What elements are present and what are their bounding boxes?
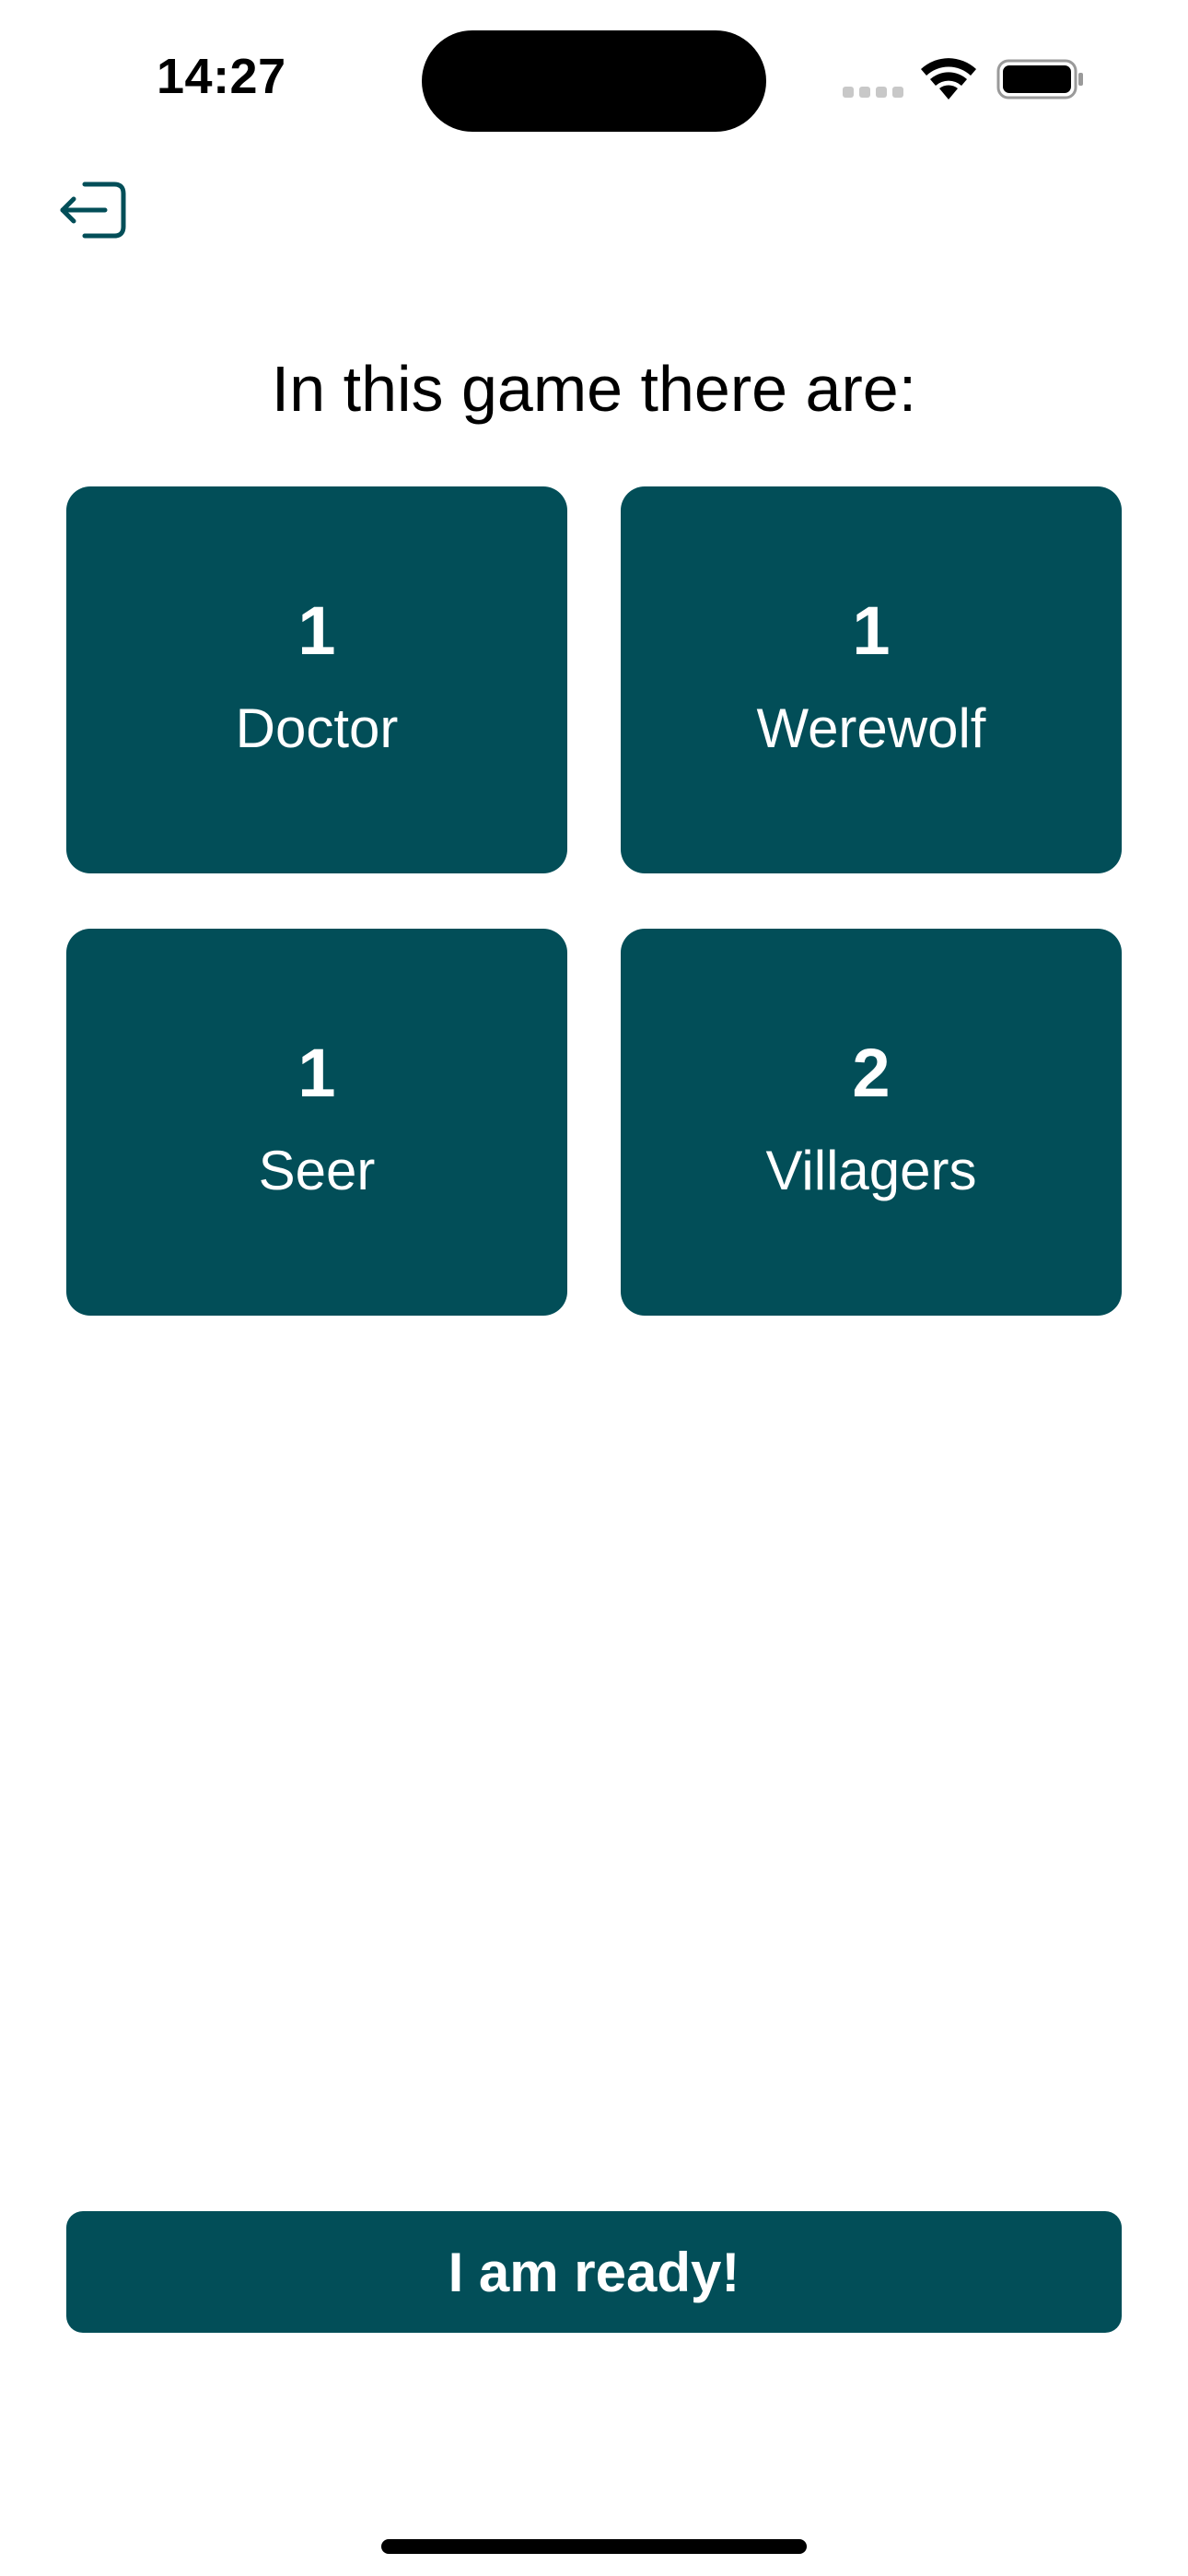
ready-button[interactable]: I am ready! <box>66 2211 1122 2333</box>
role-name: Seer <box>258 1140 376 1201</box>
battery-icon <box>996 59 1083 100</box>
role-count: 2 <box>852 1035 891 1111</box>
role-name: Villagers <box>765 1140 977 1201</box>
role-card-werewolf: 1 Werewolf <box>621 486 1122 873</box>
role-count: 1 <box>852 592 891 669</box>
role-card-doctor: 1 Doctor <box>66 486 567 873</box>
role-name: Werewolf <box>756 697 986 759</box>
role-card-villagers: 2 Villagers <box>621 929 1122 1316</box>
role-count: 1 <box>297 1035 336 1111</box>
status-time: 14:27 <box>157 49 286 104</box>
role-card-seer: 1 Seer <box>66 929 567 1316</box>
role-name: Doctor <box>235 697 399 759</box>
role-count: 1 <box>297 592 336 669</box>
dynamic-island <box>422 30 766 132</box>
exit-door-icon <box>60 181 126 239</box>
exit-button[interactable] <box>57 171 134 249</box>
page-title: In this game there are: <box>271 353 917 425</box>
wifi-icon <box>921 58 976 100</box>
cellular-signal-icon <box>843 87 903 98</box>
home-indicator[interactable] <box>381 2539 807 2554</box>
